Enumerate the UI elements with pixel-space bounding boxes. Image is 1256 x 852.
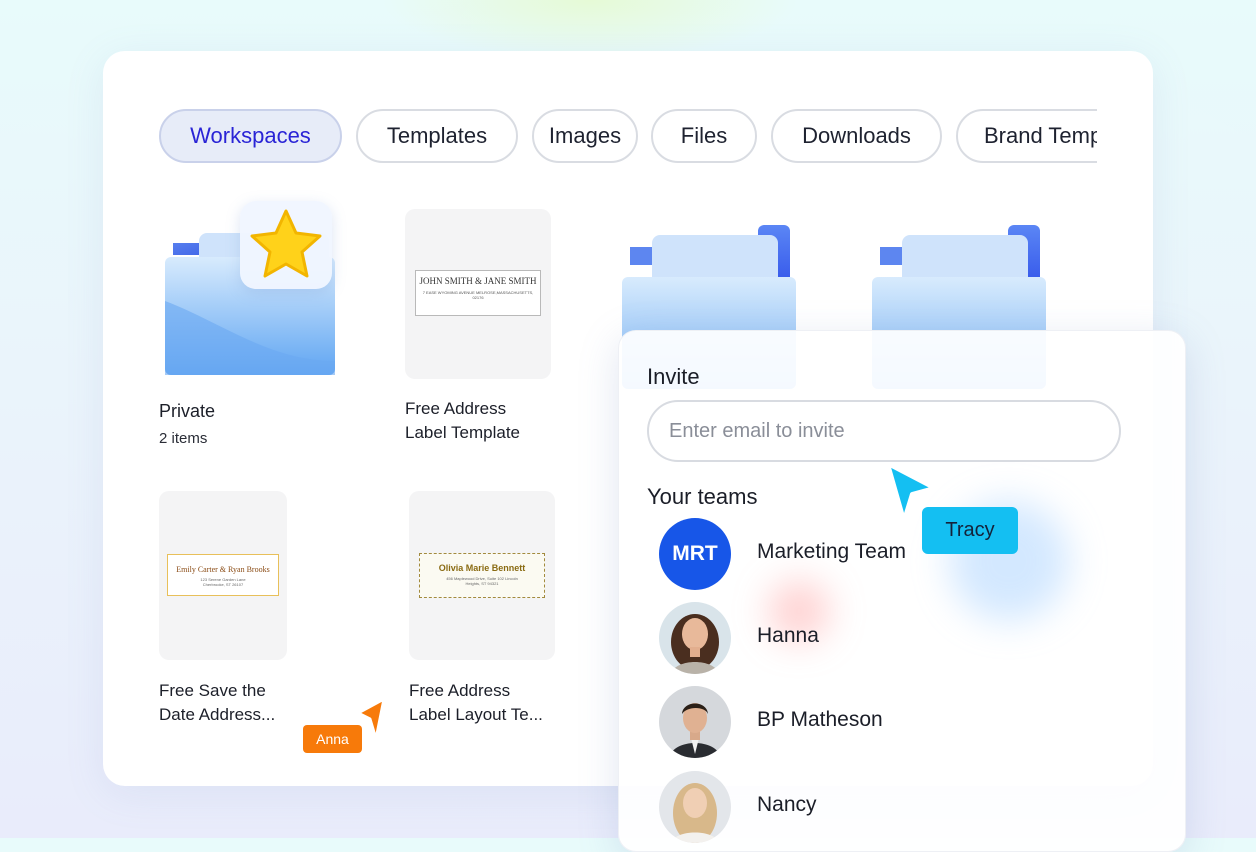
card-title: Free Save the Date Address... bbox=[159, 681, 276, 724]
member-name: BP Matheson bbox=[757, 708, 883, 731]
team-item-marketing-team[interactable]: MRT Marketing Team bbox=[659, 518, 1139, 590]
tab-brand-templates[interactable]: Brand Templates bbox=[956, 109, 1097, 163]
member-item-nancy[interactable]: Nancy bbox=[659, 771, 1139, 843]
card-subtitle: 2 items bbox=[159, 430, 208, 447]
invite-panel: Invite Your teams MRT Marketing Team Han… bbox=[618, 330, 1186, 852]
your-teams-title: Your teams bbox=[647, 484, 758, 509]
template-thumbnail: Olivia Marie Bennett 456 Maplewood Drive… bbox=[409, 491, 555, 660]
invite-title: Invite bbox=[647, 364, 700, 389]
category-tabs: Workspaces Templates Images Files Downlo… bbox=[159, 108, 1097, 168]
template-thumbnail: Emily Carter & Ryan Brooks 123 Serene Ga… bbox=[159, 491, 287, 660]
avatar bbox=[659, 686, 731, 758]
avatar bbox=[659, 771, 731, 843]
member-item-hanna[interactable]: Hanna bbox=[659, 602, 1139, 674]
card-title: Free Address Label Layout Te... bbox=[409, 681, 543, 724]
favorite-badge bbox=[240, 201, 332, 289]
tab-images[interactable]: Images bbox=[532, 109, 638, 163]
cursor-label-anna: Anna bbox=[303, 725, 362, 753]
tab-templates[interactable]: Templates bbox=[356, 109, 518, 163]
label-preview: JOHN SMITH & JANE SMITH 7 EASE WYOMING A… bbox=[415, 270, 541, 316]
card-title: Free Address Label Template bbox=[405, 399, 520, 442]
cursor-label-tracy: Tracy bbox=[922, 507, 1018, 554]
label-preview: Olivia Marie Bennett 456 Maplewood Drive… bbox=[419, 553, 545, 598]
label-preview: Emily Carter & Ryan Brooks 123 Serene Ga… bbox=[167, 554, 279, 596]
card-title: Private bbox=[159, 401, 216, 421]
tab-workspaces[interactable]: Workspaces bbox=[159, 109, 342, 163]
avatar bbox=[659, 602, 731, 674]
member-name: Nancy bbox=[757, 793, 817, 816]
member-item-bp-matheson[interactable]: BP Matheson bbox=[659, 686, 1139, 758]
member-name: Marketing Team bbox=[757, 540, 907, 563]
member-name: Hanna bbox=[757, 624, 819, 647]
template-thumbnail: JOHN SMITH & JANE SMITH 7 EASE WYOMING A… bbox=[405, 209, 551, 379]
team-avatar: MRT bbox=[659, 518, 731, 590]
tab-files[interactable]: Files bbox=[651, 109, 757, 163]
invite-email-input[interactable] bbox=[647, 400, 1121, 462]
star-icon bbox=[250, 209, 322, 278]
tab-downloads[interactable]: Downloads bbox=[771, 109, 942, 163]
